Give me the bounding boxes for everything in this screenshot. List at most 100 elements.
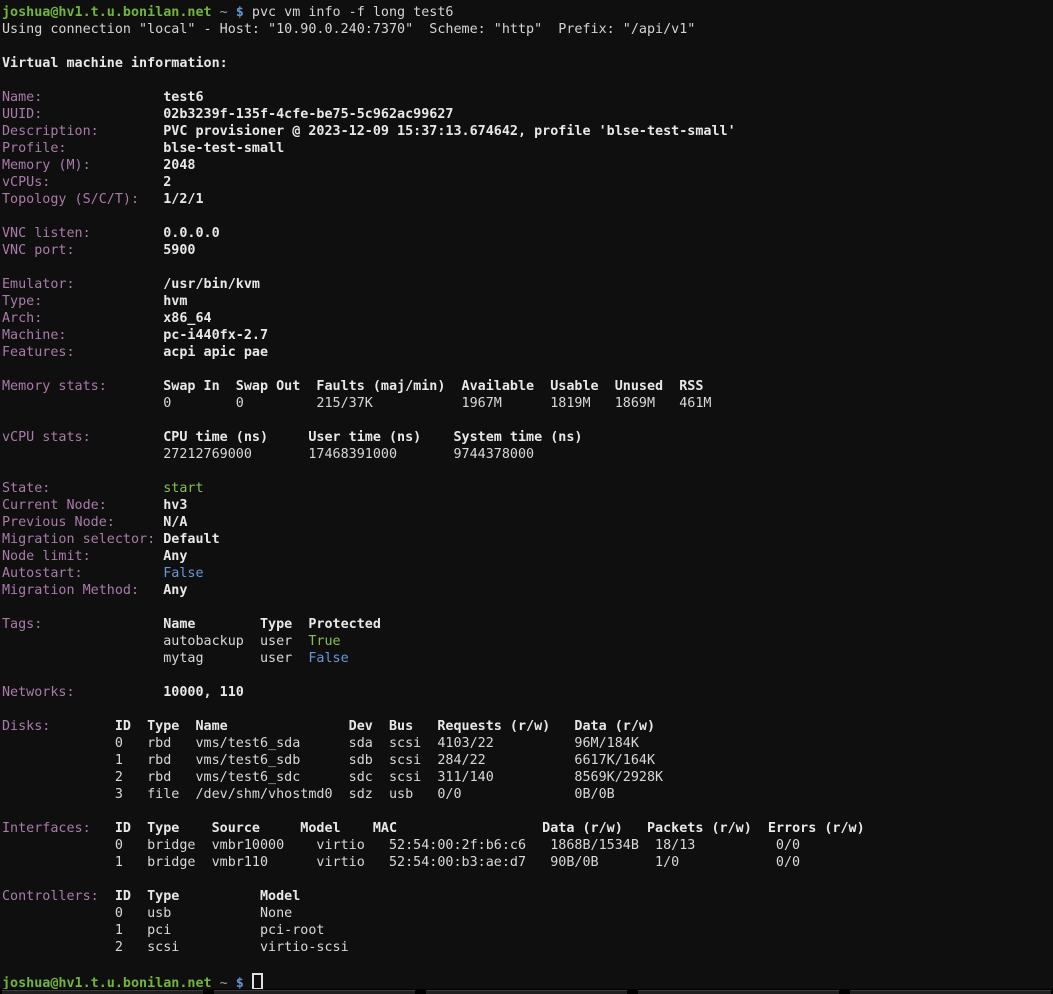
field-label: Node limit: bbox=[2, 549, 163, 564]
terminal-text bbox=[228, 5, 236, 20]
field-label: vCPUs: bbox=[2, 175, 163, 190]
field-label: Controllers: bbox=[2, 889, 115, 904]
field-value-current-node: hv3 bbox=[163, 498, 187, 513]
field-value-vnc-port: 5900 bbox=[163, 243, 195, 258]
terminal-line: Features: acpi apic pae bbox=[2, 344, 1053, 361]
terminal-line: Arch: x86_64 bbox=[2, 310, 1053, 327]
terminal-line: Networks: 10000, 110 bbox=[2, 684, 1053, 701]
terminal-line bbox=[2, 463, 1053, 480]
field-value-description: PVC provisioner @ 2023-12-09 15:37:13.67… bbox=[163, 124, 735, 139]
terminal-line: Disks: ID Type Name Dev Bus Requests (r/… bbox=[2, 718, 1053, 735]
terminal-line: Controllers: ID Type Model bbox=[2, 888, 1053, 905]
terminal-line: joshua@hv1.t.u.bonilan.net ~ $ pvc vm in… bbox=[2, 4, 1053, 21]
terminal-line: Profile: blse-test-small bbox=[2, 140, 1053, 157]
terminal-line: 1 bridge vmbr110 virtio 52:54:00:b3:ae:d… bbox=[2, 854, 1053, 871]
field-value-features: acpi apic pae bbox=[163, 345, 268, 360]
field-value-uuid: 02b3239f-135f-4cfe-be75-5c962ac99627 bbox=[163, 107, 453, 122]
tag-protected-false: False bbox=[308, 651, 348, 666]
terminal-line: Topology (S/C/T): 1/2/1 bbox=[2, 191, 1053, 208]
terminal-line: Type: hvm bbox=[2, 293, 1053, 310]
terminal-line: 1 pci pci-root bbox=[2, 922, 1053, 939]
terminal-cursor[interactable] bbox=[252, 973, 263, 990]
disk-row: 3 file /dev/shm/vhostmd0 sdz usb 0/0 0B/… bbox=[2, 787, 615, 802]
tag-protected-true: True bbox=[308, 634, 340, 649]
terminal-line: Previous Node: N/A bbox=[2, 514, 1053, 531]
field-label: Profile: bbox=[2, 141, 163, 156]
controller-row: 0 usb None bbox=[2, 906, 292, 921]
taskbar-segment[interactable] bbox=[426, 990, 627, 994]
controller-row: 2 scsi virtio-scsi bbox=[2, 940, 349, 955]
interfaces-header: ID Type Source Model MAC Data (r/w) Pack… bbox=[115, 821, 865, 836]
terminal-line: VNC port: 5900 bbox=[2, 242, 1053, 259]
field-value-name: test6 bbox=[163, 90, 203, 105]
terminal-line bbox=[2, 701, 1053, 718]
terminal-line: 0 usb None bbox=[2, 905, 1053, 922]
disk-row: 2 rbd vms/test6_sdc sdc scsi 311/140 856… bbox=[2, 770, 663, 785]
terminal-line bbox=[2, 361, 1053, 378]
prompt-user-host: joshua@hv1.t.u.bonilan.net bbox=[2, 5, 212, 20]
terminal-line: 0 0 215/37K 1967M 1819M 1869M 461M bbox=[2, 395, 1053, 412]
terminal-line bbox=[2, 259, 1053, 276]
tag-row: autobackup user bbox=[2, 634, 308, 649]
terminal-line bbox=[2, 38, 1053, 55]
taskbar-segment[interactable] bbox=[214, 990, 415, 994]
terminal-line: joshua@hv1.t.u.bonilan.net ~ $ bbox=[2, 973, 1053, 990]
field-label: Topology (S/C/T): bbox=[2, 192, 163, 207]
terminal-line: 1 rbd vms/test6_sdb sdb scsi 284/22 6617… bbox=[2, 752, 1053, 769]
vcpu-stats-header: CPU time (ns) User time (ns) System time… bbox=[163, 430, 582, 445]
terminal-line: 2 rbd vms/test6_sdc sdc scsi 311/140 856… bbox=[2, 769, 1053, 786]
field-label: UUID: bbox=[2, 107, 163, 122]
terminal-line: Memory (M): 2048 bbox=[2, 157, 1053, 174]
terminal-line bbox=[2, 412, 1053, 429]
terminal-line: Current Node: hv3 bbox=[2, 497, 1053, 514]
prompt-dollar: $ bbox=[236, 5, 244, 20]
field-value-arch: x86_64 bbox=[163, 311, 211, 326]
field-label: Networks: bbox=[2, 685, 163, 700]
field-label: Tags: bbox=[2, 617, 163, 632]
terminal-line: 0 bridge vmbr10000 virtio 52:54:00:2f:b6… bbox=[2, 837, 1053, 854]
terminal-line: vCPUs: 2 bbox=[2, 174, 1053, 191]
terminal-line: Memory stats: Swap In Swap Out Faults (m… bbox=[2, 378, 1053, 395]
field-value-vnc-listen: 0.0.0.0 bbox=[163, 226, 219, 241]
terminal-line: Emulator: /usr/bin/kvm bbox=[2, 276, 1053, 293]
disks-header: ID Type Name Dev Bus Requests (r/w) Data… bbox=[115, 719, 655, 734]
terminal-line: Autostart: False bbox=[2, 565, 1053, 582]
field-label: Name: bbox=[2, 90, 163, 105]
field-label: Description: bbox=[2, 124, 163, 139]
terminal-line bbox=[2, 667, 1053, 684]
field-value-state: start bbox=[163, 481, 203, 496]
terminal-line: Description: PVC provisioner @ 2023-12-0… bbox=[2, 123, 1053, 140]
memory-stats-values: 0 0 215/37K 1967M 1819M 1869M 461M bbox=[2, 396, 711, 411]
taskbar-segment[interactable] bbox=[638, 990, 839, 994]
controller-row: 1 pci pci-root bbox=[2, 923, 324, 938]
terminal-line: mytag user False bbox=[2, 650, 1053, 667]
terminal-line bbox=[2, 956, 1053, 973]
field-label: Migration Method: bbox=[2, 583, 163, 598]
terminal-line: autobackup user True bbox=[2, 633, 1053, 650]
taskbar-segment[interactable] bbox=[2, 990, 203, 994]
terminal-line bbox=[2, 871, 1053, 888]
connection-info: Using connection "local" - Host: "10.90.… bbox=[2, 22, 695, 37]
taskbar-segment[interactable] bbox=[850, 990, 1051, 994]
terminal-line: Node limit: Any bbox=[2, 548, 1053, 565]
terminal-line: Interfaces: ID Type Source Model MAC Dat… bbox=[2, 820, 1053, 837]
terminal-line: 2 scsi virtio-scsi bbox=[2, 939, 1053, 956]
field-label: VNC listen: bbox=[2, 226, 163, 241]
terminal-line: Machine: pc-i440fx-2.7 bbox=[2, 327, 1053, 344]
terminal-line bbox=[2, 208, 1053, 225]
field-label: Migration selector: bbox=[2, 532, 163, 547]
prompt-path: ~ bbox=[220, 5, 228, 20]
disk-row: 1 rbd vms/test6_sdb sdb scsi 284/22 6617… bbox=[2, 753, 655, 768]
terminal-line: vCPU stats: CPU time (ns) User time (ns)… bbox=[2, 429, 1053, 446]
terminal-line: UUID: 02b3239f-135f-4cfe-be75-5c962ac996… bbox=[2, 106, 1053, 123]
terminal-line: Migration Method: Any bbox=[2, 582, 1053, 599]
field-value-migration-method: Any bbox=[163, 583, 187, 598]
terminal-line: State: start bbox=[2, 480, 1053, 497]
terminal-screen[interactable]: joshua@hv1.t.u.bonilan.net ~ $ pvc vm in… bbox=[0, 0, 1053, 989]
field-value-type: hvm bbox=[163, 294, 187, 309]
field-value-topology: 1/2/1 bbox=[163, 192, 203, 207]
terminal-line: Migration selector: Default bbox=[2, 531, 1053, 548]
field-label: Previous Node: bbox=[2, 515, 163, 530]
disk-row: 0 rbd vms/test6_sda sda scsi 4103/22 96M… bbox=[2, 736, 639, 751]
tag-row: mytag user bbox=[2, 651, 308, 666]
